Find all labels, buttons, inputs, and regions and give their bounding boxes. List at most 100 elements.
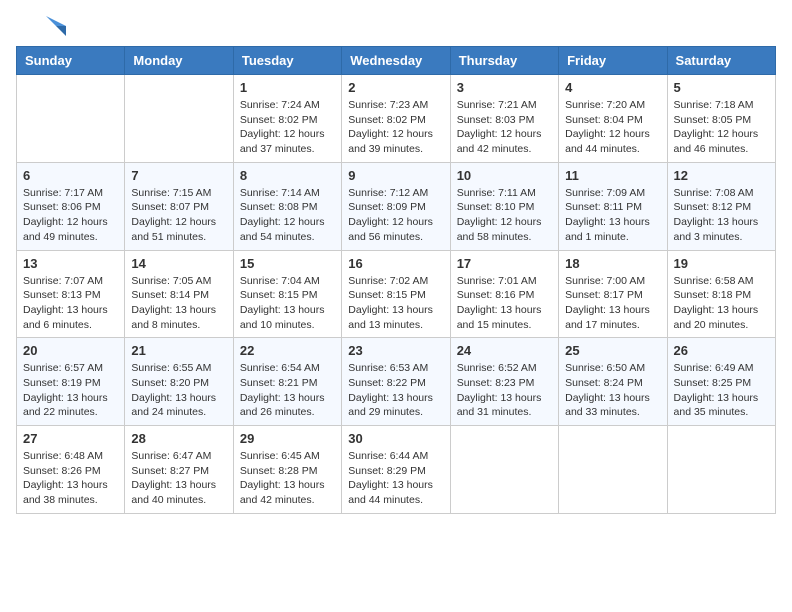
calendar-header-sunday: Sunday [17, 47, 125, 75]
day-info: Sunrise: 7:08 AM Sunset: 8:12 PM Dayligh… [674, 186, 769, 245]
day-info: Sunrise: 7:23 AM Sunset: 8:02 PM Dayligh… [348, 98, 443, 157]
day-number: 24 [457, 343, 552, 358]
calendar-week-1: 1 Sunrise: 7:24 AM Sunset: 8:02 PM Daylig… [17, 75, 776, 163]
day-number: 2 [348, 80, 443, 95]
day-info: Sunrise: 6:49 AM Sunset: 8:25 PM Dayligh… [674, 361, 769, 420]
day-number: 25 [565, 343, 660, 358]
day-info: Sunrise: 7:24 AM Sunset: 8:02 PM Dayligh… [240, 98, 335, 157]
calendar-cell: 27 Sunrise: 6:48 AM Sunset: 8:26 PM Dayli… [17, 426, 125, 514]
calendar-week-2: 6Sunrise: 7:17 AM Sunset: 8:06 PM Daylig… [17, 162, 776, 250]
day-number: 5 [674, 80, 769, 95]
calendar-cell: 10 Sunrise: 7:11 AM Sunset: 8:10 PM Dayli… [450, 162, 558, 250]
day-info: Sunrise: 7:09 AM Sunset: 8:11 PM Dayligh… [565, 186, 660, 245]
calendar-cell [17, 75, 125, 163]
calendar-header-friday: Friday [559, 47, 667, 75]
day-number: 17 [457, 256, 552, 271]
day-info: Sunrise: 6:45 AM Sunset: 8:28 PM Dayligh… [240, 449, 335, 508]
day-number: 27 [23, 431, 118, 446]
day-info: Sunrise: 6:55 AM Sunset: 8:20 PM Dayligh… [131, 361, 226, 420]
day-info: Sunrise: 6:53 AM Sunset: 8:22 PM Dayligh… [348, 361, 443, 420]
calendar-cell: 28 Sunrise: 6:47 AM Sunset: 8:27 PM Dayli… [125, 426, 233, 514]
calendar-cell: 11 Sunrise: 7:09 AM Sunset: 8:11 PM Dayli… [559, 162, 667, 250]
day-info: Sunrise: 6:57 AM Sunset: 8:19 PM Dayligh… [23, 361, 118, 420]
calendar-cell: 16 Sunrise: 7:02 AM Sunset: 8:15 PM Dayli… [342, 250, 450, 338]
day-info: Sunrise: 7:11 AM Sunset: 8:10 PM Dayligh… [457, 186, 552, 245]
calendar-cell: 22 Sunrise: 6:54 AM Sunset: 8:21 PM Dayli… [233, 338, 341, 426]
page-header [16, 16, 776, 36]
calendar-cell: 30 Sunrise: 6:44 AM Sunset: 8:29 PM Dayli… [342, 426, 450, 514]
day-number: 30 [348, 431, 443, 446]
calendar-cell: 19Sunrise: 6:58 AM Sunset: 8:18 PM Dayli… [667, 250, 775, 338]
calendar-cell: 18 Sunrise: 7:00 AM Sunset: 8:17 PM Dayli… [559, 250, 667, 338]
calendar-cell: 5 Sunrise: 7:18 AM Sunset: 8:05 PM Daylig… [667, 75, 775, 163]
calendar-cell: 3Sunrise: 7:21 AM Sunset: 8:03 PM Daylig… [450, 75, 558, 163]
day-number: 8 [240, 168, 335, 183]
calendar-cell: 29 Sunrise: 6:45 AM Sunset: 8:28 PM Dayli… [233, 426, 341, 514]
calendar-cell: 20 Sunrise: 6:57 AM Sunset: 8:19 PM Dayli… [17, 338, 125, 426]
calendar-cell: 25 Sunrise: 6:50 AM Sunset: 8:24 PM Dayli… [559, 338, 667, 426]
day-number: 13 [23, 256, 118, 271]
day-number: 18 [565, 256, 660, 271]
day-number: 26 [674, 343, 769, 358]
calendar-header-wednesday: Wednesday [342, 47, 450, 75]
calendar-cell: 14 Sunrise: 7:05 AM Sunset: 8:14 PM Dayli… [125, 250, 233, 338]
day-info: Sunrise: 7:12 AM Sunset: 8:09 PM Dayligh… [348, 186, 443, 245]
day-number: 20 [23, 343, 118, 358]
calendar-cell: 6Sunrise: 7:17 AM Sunset: 8:06 PM Daylig… [17, 162, 125, 250]
calendar-cell: 17 Sunrise: 7:01 AM Sunset: 8:16 PM Dayli… [450, 250, 558, 338]
calendar-cell: 1 Sunrise: 7:24 AM Sunset: 8:02 PM Daylig… [233, 75, 341, 163]
day-info: Sunrise: 7:07 AM Sunset: 8:13 PM Dayligh… [23, 274, 118, 333]
day-number: 1 [240, 80, 335, 95]
calendar-cell: 15 Sunrise: 7:04 AM Sunset: 8:15 PM Dayli… [233, 250, 341, 338]
day-number: 16 [348, 256, 443, 271]
calendar-week-4: 20 Sunrise: 6:57 AM Sunset: 8:19 PM Dayli… [17, 338, 776, 426]
calendar-cell: 24 Sunrise: 6:52 AM Sunset: 8:23 PM Dayli… [450, 338, 558, 426]
calendar-header-monday: Monday [125, 47, 233, 75]
day-info: Sunrise: 6:48 AM Sunset: 8:26 PM Dayligh… [23, 449, 118, 508]
day-info: Sunrise: 7:17 AM Sunset: 8:06 PM Dayligh… [23, 186, 118, 245]
calendar-cell: 8 Sunrise: 7:14 AM Sunset: 8:08 PM Daylig… [233, 162, 341, 250]
day-number: 4 [565, 80, 660, 95]
day-info: Sunrise: 7:04 AM Sunset: 8:15 PM Dayligh… [240, 274, 335, 333]
day-info: Sunrise: 6:50 AM Sunset: 8:24 PM Dayligh… [565, 361, 660, 420]
calendar-cell [559, 426, 667, 514]
calendar-cell: 4 Sunrise: 7:20 AM Sunset: 8:04 PM Daylig… [559, 75, 667, 163]
calendar-header-row: SundayMondayTuesdayWednesdayThursdayFrid… [17, 47, 776, 75]
day-number: 15 [240, 256, 335, 271]
day-number: 28 [131, 431, 226, 446]
calendar-cell: 23Sunrise: 6:53 AM Sunset: 8:22 PM Dayli… [342, 338, 450, 426]
day-info: Sunrise: 7:02 AM Sunset: 8:15 PM Dayligh… [348, 274, 443, 333]
day-info: Sunrise: 7:18 AM Sunset: 8:05 PM Dayligh… [674, 98, 769, 157]
calendar-cell [667, 426, 775, 514]
calendar-header-thursday: Thursday [450, 47, 558, 75]
calendar-header-tuesday: Tuesday [233, 47, 341, 75]
day-info: Sunrise: 6:52 AM Sunset: 8:23 PM Dayligh… [457, 361, 552, 420]
calendar-cell: 9 Sunrise: 7:12 AM Sunset: 8:09 PM Daylig… [342, 162, 450, 250]
calendar-cell [125, 75, 233, 163]
day-number: 11 [565, 168, 660, 183]
day-info: Sunrise: 7:05 AM Sunset: 8:14 PM Dayligh… [131, 274, 226, 333]
calendar-header-saturday: Saturday [667, 47, 775, 75]
day-info: Sunrise: 7:00 AM Sunset: 8:17 PM Dayligh… [565, 274, 660, 333]
day-number: 9 [348, 168, 443, 183]
day-number: 10 [457, 168, 552, 183]
day-info: Sunrise: 7:15 AM Sunset: 8:07 PM Dayligh… [131, 186, 226, 245]
day-number: 22 [240, 343, 335, 358]
day-number: 14 [131, 256, 226, 271]
calendar-cell: 12Sunrise: 7:08 AM Sunset: 8:12 PM Dayli… [667, 162, 775, 250]
logo-emblem-icon [16, 16, 66, 36]
day-info: Sunrise: 6:47 AM Sunset: 8:27 PM Dayligh… [131, 449, 226, 508]
day-info: Sunrise: 7:01 AM Sunset: 8:16 PM Dayligh… [457, 274, 552, 333]
day-info: Sunrise: 7:20 AM Sunset: 8:04 PM Dayligh… [565, 98, 660, 157]
calendar-cell [450, 426, 558, 514]
day-number: 21 [131, 343, 226, 358]
day-info: Sunrise: 6:44 AM Sunset: 8:29 PM Dayligh… [348, 449, 443, 508]
day-number: 29 [240, 431, 335, 446]
day-info: Sunrise: 6:54 AM Sunset: 8:21 PM Dayligh… [240, 361, 335, 420]
calendar-table: SundayMondayTuesdayWednesdayThursdayFrid… [16, 46, 776, 514]
calendar-cell: 21 Sunrise: 6:55 AM Sunset: 8:20 PM Dayli… [125, 338, 233, 426]
calendar-cell: 13 Sunrise: 7:07 AM Sunset: 8:13 PM Dayli… [17, 250, 125, 338]
day-info: Sunrise: 7:14 AM Sunset: 8:08 PM Dayligh… [240, 186, 335, 245]
day-number: 7 [131, 168, 226, 183]
day-number: 3 [457, 80, 552, 95]
